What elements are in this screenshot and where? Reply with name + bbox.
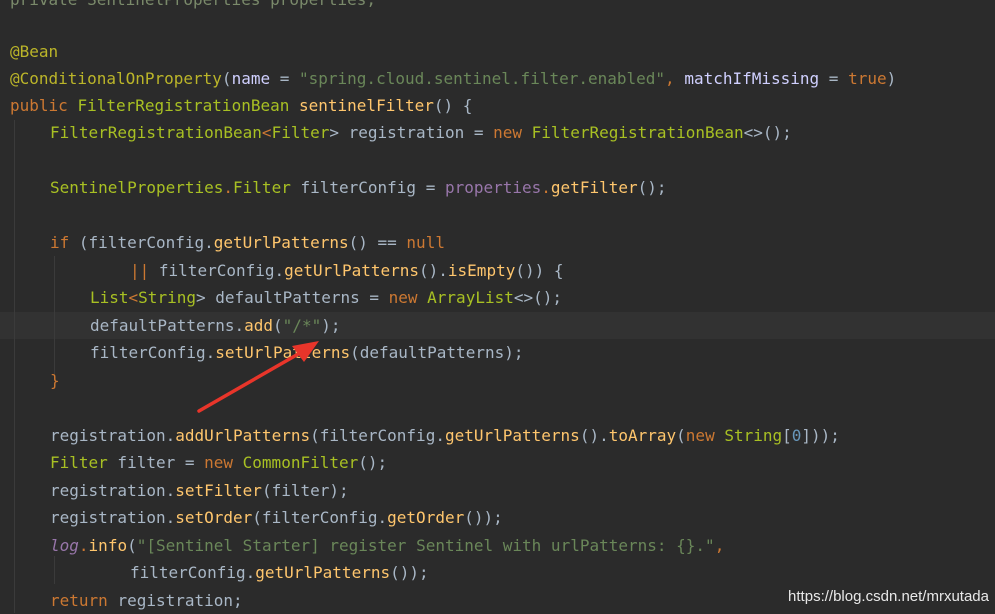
code-editor[interactable]: private SentinelProperties properties; @… [0,0,995,613]
red-arrow-annotation [197,341,319,413]
watermark-text: https://blog.csdn.net/mrxutada [788,588,989,605]
